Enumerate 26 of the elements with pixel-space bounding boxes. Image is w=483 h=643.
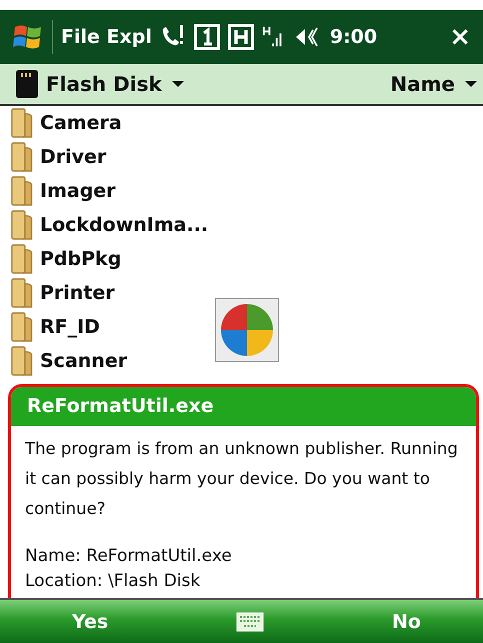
folder-name[interactable]: Printer bbox=[40, 282, 115, 304]
folder-name[interactable]: LockdownIma... bbox=[40, 214, 208, 236]
dialog-detail: Location: \Flash Disk bbox=[25, 570, 202, 593]
caret-icon bbox=[465, 81, 477, 87]
close-button[interactable]: × bbox=[445, 22, 475, 52]
folder-name[interactable]: Scanner bbox=[40, 350, 128, 372]
yes-softkey[interactable]: Yes bbox=[60, 606, 120, 636]
location-dropdown[interactable]: Flash Disk bbox=[46, 72, 184, 96]
dialog-message: The program is from an unknown publisher. Running it can possibly harm your device. Do you want to continue? bbox=[25, 438, 459, 520]
clock-time[interactable]: 9:00 bbox=[330, 26, 378, 48]
line-one-icon[interactable] bbox=[194, 24, 220, 50]
folder-name[interactable]: Driver bbox=[40, 146, 106, 168]
no-softkey[interactable]: No bbox=[380, 606, 433, 636]
h-network-icon[interactable] bbox=[228, 24, 254, 50]
app-title: File Expl bbox=[61, 26, 152, 48]
folder-name[interactable]: Camera bbox=[40, 112, 122, 134]
dialog-detail: Name: ReFormatUtil.exe bbox=[25, 545, 233, 568]
caret-icon bbox=[172, 81, 184, 87]
folder-name[interactable]: RF_ID bbox=[40, 316, 100, 338]
memory-card-icon bbox=[16, 70, 38, 98]
folder-name[interactable]: Imager bbox=[40, 180, 116, 202]
sort-dropdown[interactable]: Name bbox=[390, 72, 477, 96]
dialog-title: ReFormatUtil.exe bbox=[11, 387, 476, 426]
folder-name[interactable]: PdbPkg bbox=[40, 248, 122, 270]
keyboard-icon[interactable] bbox=[236, 612, 264, 632]
busy-cursor-icon bbox=[215, 298, 279, 362]
